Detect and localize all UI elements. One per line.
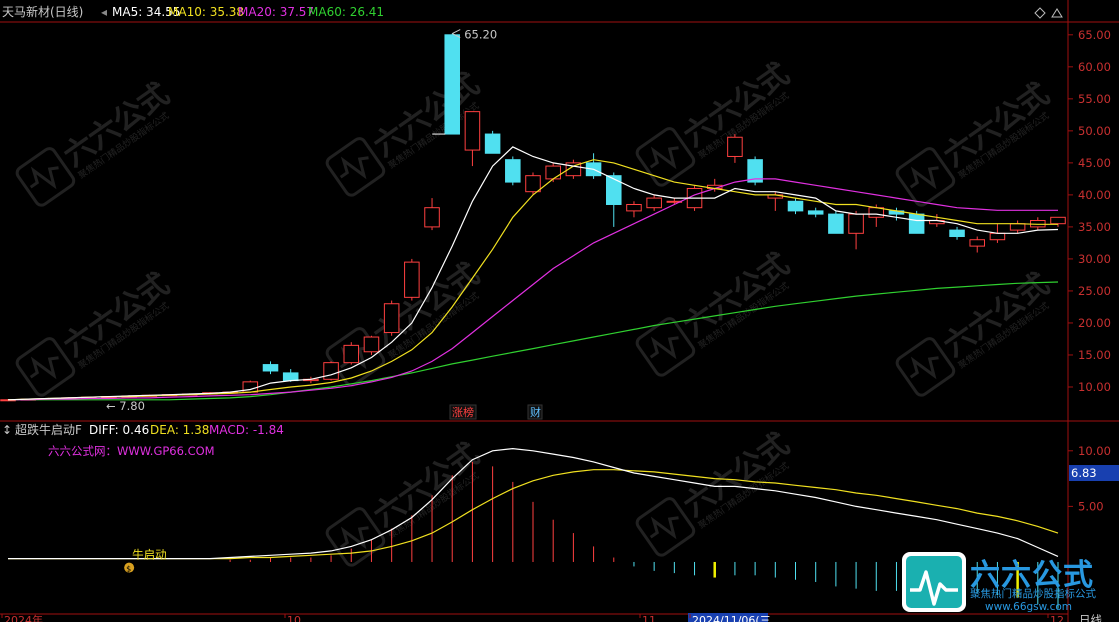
- period-label[interactable]: 日线: [1079, 613, 1102, 622]
- candle-body: [363, 336, 380, 353]
- event-marker-label: 涨榜: [452, 405, 474, 419]
- price-tick-label: 25.00: [1078, 284, 1111, 298]
- price-tick-label: 65.00: [1078, 28, 1111, 42]
- candle[interactable]: [828, 210, 844, 234]
- price-tick-label: 60.00: [1078, 60, 1111, 74]
- candle-body: [989, 232, 1006, 241]
- candle-body: [807, 210, 824, 215]
- stock-title[interactable]: 天马新材(日线): [2, 4, 83, 19]
- candle-body: [828, 213, 844, 234]
- candle[interactable]: [484, 130, 501, 154]
- candle-body: [848, 213, 864, 234]
- ma-label-1: MA10: 35.38: [168, 5, 244, 19]
- price-tick-label: 45.00: [1078, 156, 1111, 170]
- candle[interactable]: [343, 342, 360, 365]
- signal-label: 牛启动: [132, 548, 167, 562]
- candle[interactable]: [505, 156, 521, 186]
- price-tick-label: 35.00: [1078, 220, 1111, 234]
- candle-body: [908, 213, 925, 234]
- price-tick-label: 40.00: [1078, 188, 1111, 202]
- candle-body: [404, 261, 420, 298]
- candle-body: [383, 303, 400, 334]
- price-tick-label: 20.00: [1078, 316, 1111, 330]
- signal-coin-glyph: $: [126, 565, 131, 574]
- candle-body: [969, 239, 986, 247]
- site-label: 六六公式网：WWW.GP66.COM: [48, 444, 215, 458]
- candle[interactable]: [323, 361, 339, 381]
- candle-body: [505, 159, 521, 183]
- ma-legend: MA5: 34.55MA10: 35.38MA20: 37.57MA60: 26…: [112, 5, 384, 19]
- candle-body: [606, 175, 622, 205]
- indicator-title[interactable]: 超跌牛启动F: [15, 422, 82, 437]
- candle-body: [727, 136, 743, 157]
- event-marker[interactable]: 财: [527, 404, 543, 420]
- candle[interactable]: [404, 258, 420, 301]
- candle-body: [787, 200, 804, 212]
- candle-body: [484, 133, 501, 154]
- time-label: 10: [287, 614, 301, 622]
- high-price-label: 65.20: [464, 28, 497, 42]
- price-tick-label: 50.00: [1078, 124, 1111, 138]
- price-tick-label: 15.00: [1078, 348, 1111, 362]
- candle-body: [545, 165, 561, 180]
- ma-label-3: MA60: 26.41: [308, 5, 384, 19]
- candle-body: [262, 364, 279, 372]
- low-price-label: ← 7.80: [106, 399, 145, 413]
- candle-body: [444, 34, 461, 135]
- candle-body: [343, 344, 360, 364]
- candle[interactable]: [363, 335, 380, 355]
- event-marker[interactable]: 涨榜: [449, 404, 477, 420]
- logo-slogan: 聚焦热门精品炒股指标公式: [970, 587, 1096, 600]
- candle-body: [424, 207, 440, 228]
- time-label: 12: [1050, 614, 1064, 622]
- time-label: 2024/11/06(三: [692, 614, 771, 622]
- macd-label: MACD: -1.84: [209, 423, 284, 437]
- time-label: 11: [642, 614, 656, 622]
- candle-body: [525, 175, 541, 193]
- candle-body: [464, 111, 481, 151]
- macd-collapse-icon[interactable]: ↕: [2, 423, 12, 437]
- macd-tick-label: 10.00: [1078, 444, 1111, 458]
- candle[interactable]: [383, 300, 400, 336]
- brand-logo: 六六公式 聚焦热门精品炒股指标公式 www.66gsw.com: [902, 552, 1096, 613]
- logo-url: www.66gsw.com: [985, 601, 1072, 613]
- chart-header: 天马新材(日线) ◂ MA5: 34.55MA10: 35.38MA20: 37…: [2, 4, 384, 19]
- candle-body: [868, 207, 885, 218]
- macd-value-badge: 6.83: [1069, 465, 1119, 481]
- candle[interactable]: [747, 156, 763, 186]
- stock-chart[interactable]: 六六公式聚焦热门精品炒股指标公式 六六公式聚焦热门精品炒股指标公式 六六公式聚焦热门…: [0, 0, 1119, 622]
- candle[interactable]: [444, 33, 461, 135]
- candle-body: [646, 197, 662, 209]
- candle-body: [1009, 223, 1026, 231]
- macd-tick-label: 5.00: [1078, 499, 1104, 513]
- price-tick-label: 30.00: [1078, 252, 1111, 266]
- diff-label: DIFF: 0.46: [89, 423, 149, 437]
- candle-body: [626, 203, 642, 212]
- candle-body: [949, 229, 965, 238]
- candle-body: [282, 372, 299, 382]
- time-label: 2024年: [4, 613, 43, 622]
- candle-body: [1050, 216, 1066, 225]
- macd-badge-value: 6.83: [1071, 466, 1097, 480]
- candle-body: [323, 362, 339, 380]
- settings-chevron-icon[interactable]: ◂: [101, 5, 107, 19]
- dea-label: DEA: 1.38: [150, 423, 209, 437]
- event-marker-label: 财: [530, 405, 541, 419]
- price-tick-label: 10.00: [1078, 380, 1111, 394]
- ma-label-2: MA20: 37.57: [238, 5, 314, 19]
- price-tick-label: 55.00: [1078, 92, 1111, 106]
